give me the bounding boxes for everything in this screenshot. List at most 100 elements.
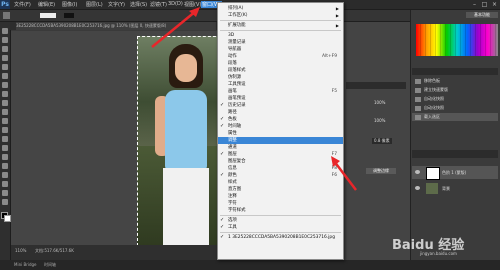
tool-preset-icon[interactable] [3, 12, 10, 19]
window-menu-item[interactable]: 样式 [218, 179, 343, 186]
shape-tool-icon[interactable] [2, 181, 8, 187]
close-icon[interactable]: × [490, 0, 499, 9]
crop-tool-icon[interactable] [2, 64, 8, 70]
pen-tool-icon[interactable] [2, 154, 8, 160]
maximize-icon[interactable]: □ [480, 0, 489, 9]
menu-file[interactable]: 文件(F) [14, 1, 31, 8]
menu-item-shortcut: Alt+F9 [322, 54, 337, 59]
window-menu-item[interactable]: 工作区(K) ▶ [218, 12, 343, 19]
blur-tool-icon[interactable] [2, 136, 8, 142]
window-menu-item[interactable]: 画笔 F5 [218, 88, 343, 95]
history-item[interactable]: 自动化快照 [412, 104, 498, 112]
menu-item-label: 导航器 [228, 47, 242, 52]
window-menu-item[interactable]: ✓ 颜色 F6 [218, 172, 343, 179]
history-item[interactable]: 移除色板 [412, 77, 498, 85]
window-menu-item[interactable]: 字符样式 [218, 207, 343, 214]
menu-select[interactable]: 选择(S) [130, 1, 147, 8]
layer-row[interactable]: 色阶 1 (蒙版) [412, 166, 498, 180]
menu-item-label: 色板 [228, 117, 237, 122]
hand-tool-icon[interactable] [2, 190, 8, 196]
history-item[interactable]: 自动化快照 [412, 95, 498, 103]
window-menu-item[interactable]: 调整 [218, 137, 343, 144]
menu-filter[interactable]: 滤镜(T) [150, 1, 167, 8]
window-menu-item[interactable]: 动作 Alt+F9 [218, 53, 343, 60]
mini-bridge-tab[interactable]: Mini Bridge [14, 262, 37, 267]
marquee-tool-icon[interactable] [2, 37, 8, 43]
lasso-tool-icon[interactable] [2, 46, 8, 52]
color-swatch[interactable] [64, 13, 74, 18]
window-menu-item[interactable]: 直方图 [218, 186, 343, 193]
layer-row[interactable]: 背景 [412, 182, 498, 195]
timeline-tab[interactable]: 时间轴 [44, 262, 56, 268]
menu-item-label: 仿制源 [228, 75, 242, 80]
window-menu-item[interactable]: ✓ 选项 [218, 217, 343, 224]
eraser-tool-icon[interactable] [2, 118, 8, 124]
window-menu-item[interactable]: 图层复合 [218, 158, 343, 165]
eye-icon[interactable] [415, 170, 420, 174]
menu-layer[interactable]: 图层(L) [86, 1, 103, 8]
menu-item-label: 选项 [228, 218, 237, 223]
photoshop-logo: Ps [0, 0, 10, 9]
brush-tool-icon[interactable] [2, 91, 8, 97]
window-menu-item[interactable]: 属性 [218, 130, 343, 137]
refine-edge-button[interactable]: 调整边缘 [366, 168, 396, 174]
window-menu-item[interactable]: 路径 [218, 109, 343, 116]
window-menu-item[interactable]: 段落 [218, 60, 343, 67]
document-tab[interactable]: 3E25228CCCDA5BA5390208B1E0C253716.jpg @ … [16, 22, 216, 30]
type-tool-icon[interactable] [2, 163, 8, 169]
zoom-tool-icon[interactable] [2, 199, 8, 205]
background-color[interactable] [4, 215, 11, 222]
window-menu-item[interactable]: 字符 [218, 200, 343, 207]
history-item-selected[interactable]: 载入选区 [412, 113, 498, 121]
window-menu-item[interactable]: ✓ 工具 [218, 224, 343, 231]
menu-image[interactable]: 图像(I) [62, 1, 77, 8]
window-menu-item[interactable]: 信息 F8 [218, 165, 343, 172]
window-menu-item[interactable]: ✓ 历史记录 [218, 102, 343, 109]
menu-3d[interactable]: 3D(D) [168, 1, 183, 7]
window-menu-item[interactable]: 段落样式 [218, 67, 343, 74]
window-menu-item[interactable]: 排列(A) ▶ [218, 5, 343, 12]
window-menu-item[interactable]: 注释 [218, 193, 343, 200]
swatches-panel[interactable] [416, 24, 498, 56]
properties-area: 100% 100% 0.8 像素 调整边缘 [342, 22, 410, 260]
window-menu-item[interactable]: 仿制源 [218, 74, 343, 81]
window-menu-item[interactable]: 通道 [218, 144, 343, 151]
window-menu-item[interactable]: 测量记录 [218, 39, 343, 46]
dodge-tool-icon[interactable] [2, 145, 8, 151]
window-menu-item[interactable]: 画笔预设 [218, 95, 343, 102]
menu-item-label: 扩展功能 [228, 23, 246, 28]
stamp-tool-icon[interactable] [2, 100, 8, 106]
layer-thumbnail [426, 167, 440, 180]
workspace-switcher[interactable]: 基本功能 [466, 12, 498, 18]
history-item[interactable]: 建立快速蒙版 [412, 86, 498, 94]
move-tool-icon[interactable] [2, 28, 8, 34]
minimize-icon[interactable]: – [470, 0, 479, 9]
opacity-value[interactable]: 100% [374, 100, 385, 105]
eyedropper-tool-icon[interactable] [2, 73, 8, 79]
fill-value[interactable]: 100% [374, 118, 385, 123]
feather-value[interactable]: 0.8 像素 [372, 138, 392, 144]
menu-view[interactable]: 视图(V) [184, 1, 201, 8]
history-brush-tool-icon[interactable] [2, 109, 8, 115]
menu-type[interactable]: 文字(Y) [108, 1, 125, 8]
window-menu-item[interactable]: ✓ 1 3E25228CCCDA5BA5390208B1E0C253716.jpg [218, 234, 343, 241]
window-menu-item[interactable]: 工具预设 [218, 81, 343, 88]
feather-field[interactable] [40, 13, 56, 18]
eye-icon[interactable] [415, 186, 420, 190]
tools-panel [0, 22, 11, 260]
menu-item-label: 通道 [228, 145, 237, 150]
window-menu-item[interactable]: 导航器 [218, 46, 343, 53]
window-menu-item[interactable]: 扩展功能 ▶ [218, 22, 343, 29]
window-menu-item[interactable]: ✓ 色板 [218, 116, 343, 123]
menu-item-label: 调整 [228, 138, 237, 143]
gradient-tool-icon[interactable] [2, 127, 8, 133]
path-select-tool-icon[interactable] [2, 172, 8, 178]
window-menu-item[interactable]: 3D [218, 32, 343, 39]
zoom-level[interactable]: 110% [15, 248, 26, 253]
menu-separator [220, 30, 341, 31]
healing-tool-icon[interactable] [2, 82, 8, 88]
window-menu-item[interactable]: ✓ 图层 F7 [218, 151, 343, 158]
quick-select-tool-icon[interactable] [2, 55, 8, 61]
menu-edit[interactable]: 编辑(E) [38, 1, 55, 8]
window-menu-item[interactable]: ✓ 时间轴 [218, 123, 343, 130]
